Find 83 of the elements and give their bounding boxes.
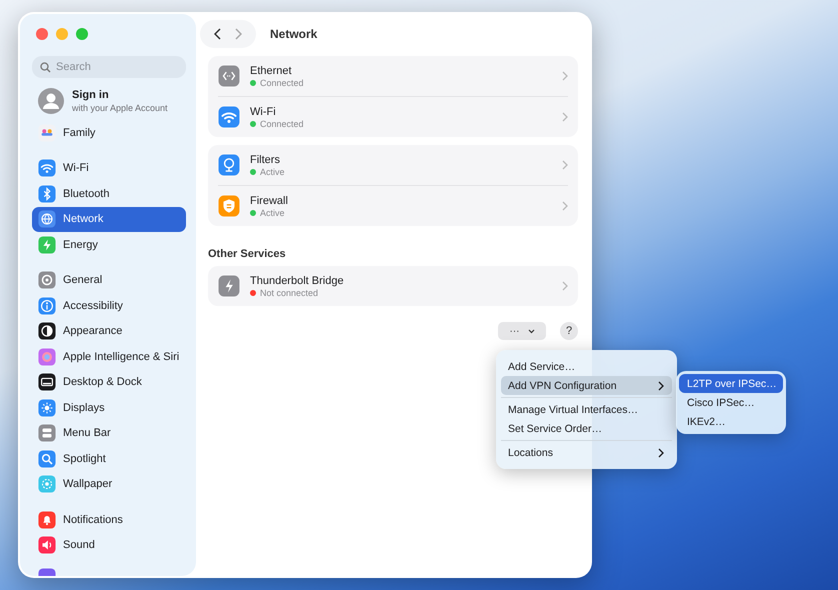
globe-icon — [38, 210, 56, 228]
window-title: Network — [270, 27, 318, 41]
account-row[interactable]: Sign in with your Apple Account — [32, 86, 186, 116]
chevron-icon — [562, 201, 568, 211]
minimize-button[interactable] — [56, 28, 68, 40]
menu-item[interactable]: Manage Virtual Interfaces… — [501, 400, 672, 419]
dock-icon — [38, 373, 56, 392]
chevron-icon — [562, 112, 568, 122]
family-icon — [38, 124, 56, 142]
menu-item[interactable]: Add VPN Configuration — [501, 376, 672, 395]
service-status: Active — [260, 166, 285, 176]
service-status: Connected — [260, 118, 304, 128]
avatar-icon — [38, 88, 64, 114]
service-row[interactable]: Wi-Fi Connected — [218, 96, 568, 137]
caret-icon — [528, 328, 534, 334]
wifi-icon — [38, 159, 56, 178]
speaker-icon — [38, 536, 56, 554]
sidebar-item[interactable]: Appearance — [32, 318, 186, 344]
sidebar-item[interactable]: Sound — [32, 532, 186, 558]
sidebar-item[interactable]: Accessibility — [32, 293, 186, 318]
chevron-icon — [658, 380, 664, 390]
menu-item[interactable]: Set Service Order… — [501, 419, 672, 438]
menu-item[interactable]: Cisco IPSec… — [679, 393, 783, 412]
service-row[interactable]: Firewall Active — [218, 185, 568, 226]
siri-icon — [38, 348, 56, 366]
sidebar-item[interactable]: Notifications — [32, 507, 186, 532]
service-name: Thunderbolt Bridge — [250, 274, 345, 286]
sidebar-item[interactable]: Menu Bar — [32, 420, 186, 446]
menu-item[interactable]: IKEv2… — [679, 412, 783, 431]
service-name: Firewall — [250, 194, 289, 206]
search-icon — [40, 62, 51, 73]
sidebar-item[interactable]: Spotlight — [32, 446, 186, 472]
menu-item[interactable]: Locations — [501, 443, 672, 462]
back-icon — [214, 28, 222, 40]
menubar-icon — [38, 424, 56, 442]
ethernet-icon — [218, 65, 240, 87]
sidebar-item[interactable]: Bluetooth — [32, 181, 186, 206]
sidebar-item[interactable]: Wi-Fi — [32, 156, 186, 181]
account-title: Sign in — [72, 89, 110, 101]
sidebar-item[interactable]: Network — [32, 206, 186, 232]
sidebar-item[interactable]: Apple Intelligence & Siri — [32, 344, 186, 370]
sidebar-item[interactable]: Wallpaper — [32, 472, 186, 497]
appearance-icon — [38, 322, 56, 340]
service-name: Filters — [250, 154, 281, 166]
service-name: Ethernet — [250, 64, 293, 76]
service-status: Connected — [260, 78, 304, 88]
forward-icon — [234, 28, 242, 40]
service-row[interactable]: Thunderbolt Bridge Not connected — [218, 266, 568, 306]
more-button[interactable]: ··· — [498, 322, 546, 340]
sidebar-item[interactable]: Energy — [32, 232, 186, 258]
sidebar-item[interactable]: Desktop & Dock — [32, 370, 186, 395]
service-row[interactable]: Ethernet Connected — [218, 56, 568, 96]
chevron-icon — [562, 281, 568, 291]
gear-icon — [38, 271, 56, 290]
service-status: Not connected — [260, 288, 318, 298]
shield-icon — [218, 195, 240, 217]
menu-item[interactable]: L2TP over IPSec… — [679, 374, 783, 393]
sun-icon — [38, 398, 56, 417]
sidebar-item[interactable]: Family — [32, 120, 186, 146]
filter-icon — [218, 154, 240, 176]
service-row[interactable]: Filters Active — [218, 145, 568, 185]
search-icon — [38, 450, 56, 468]
wifi-icon — [218, 106, 240, 128]
bolt-icon — [38, 236, 56, 254]
chevron-icon — [562, 71, 568, 81]
menu-item[interactable]: Add Service… — [501, 357, 672, 376]
chevron-icon — [562, 160, 568, 170]
accessibility-icon — [38, 296, 56, 315]
account-subtitle: with your Apple Account — [72, 103, 168, 113]
chevron-icon — [658, 448, 664, 458]
help-button[interactable]: ? — [560, 322, 578, 340]
close-button[interactable] — [36, 28, 48, 40]
search-field[interactable]: Search — [32, 56, 186, 78]
section-heading: Other Services — [208, 248, 287, 260]
sidebar-item[interactable]: Displays — [32, 395, 186, 420]
bluetooth-icon — [38, 184, 56, 203]
service-status: Active — [260, 208, 285, 218]
bell-icon — [38, 510, 56, 529]
sidebar-item[interactable]: General — [32, 268, 186, 293]
thunderbolt-icon — [218, 275, 240, 297]
zoom-button[interactable] — [76, 28, 88, 40]
flower-icon — [38, 475, 56, 494]
service-name: Wi-Fi — [250, 106, 277, 118]
